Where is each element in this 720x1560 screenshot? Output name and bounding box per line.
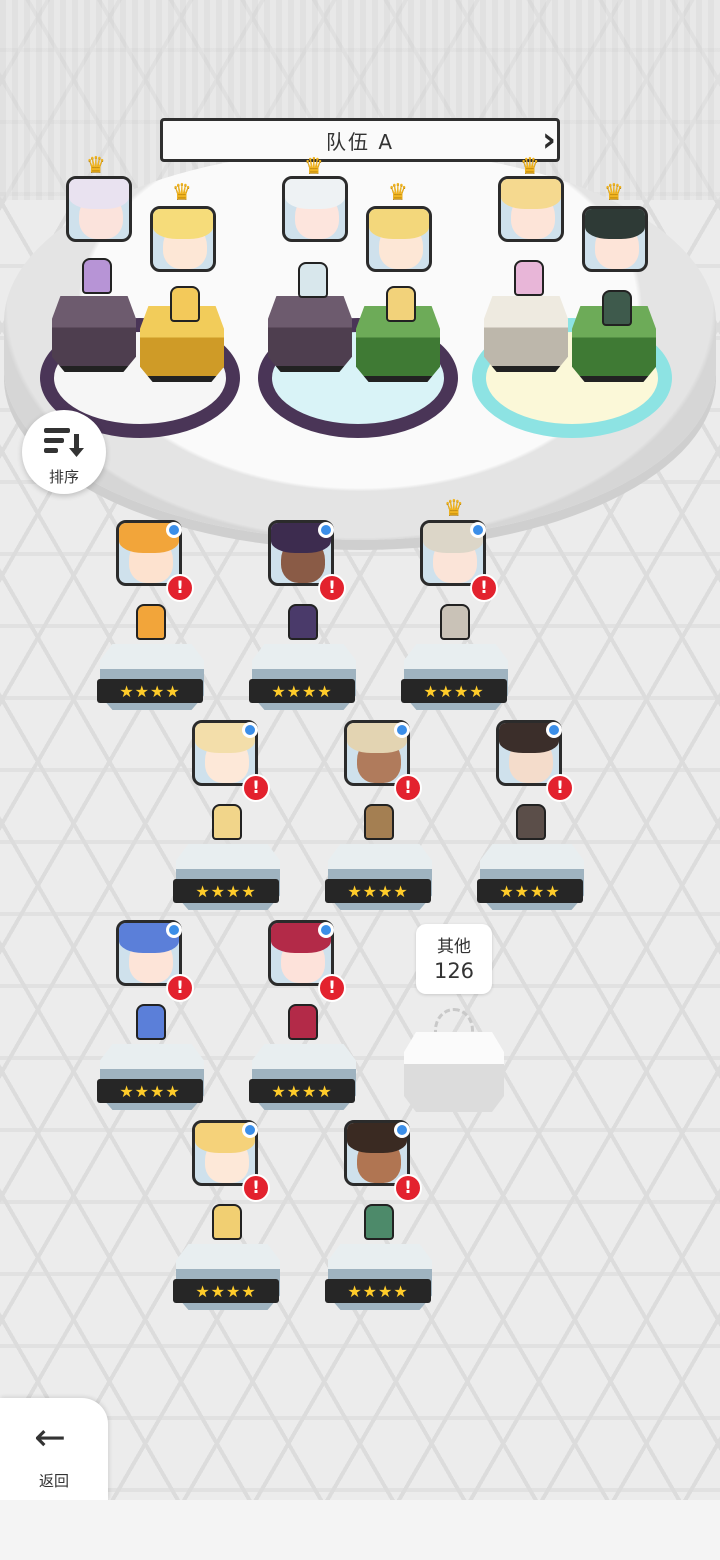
formation-pedestal[interactable] — [484, 296, 568, 372]
formation-character-portrait[interactable] — [582, 206, 648, 272]
character-sprite — [212, 804, 242, 840]
online-status-dot — [242, 722, 258, 738]
character-sprite — [212, 1204, 242, 1240]
formation-character-sprite — [170, 286, 200, 322]
online-status-dot — [546, 722, 562, 738]
crown-icon: ♛ — [388, 180, 408, 205]
other-characters-bubble[interactable]: 其他 126 — [416, 924, 492, 994]
online-status-dot — [166, 522, 182, 538]
formation-pedestal[interactable] — [268, 296, 352, 372]
crown-icon: ♛ — [172, 180, 192, 205]
other-characters-pedestal[interactable] — [404, 1032, 504, 1112]
crown-icon: ♛ — [304, 154, 324, 179]
alert-badge-icon: ! — [242, 774, 270, 802]
arrow-left-icon: ← — [34, 1415, 66, 1459]
alert-badge-icon: ! — [394, 1174, 422, 1202]
formation-character-sprite — [298, 262, 328, 298]
alert-badge-icon: ! — [166, 574, 194, 602]
formation-character-portrait[interactable] — [150, 206, 216, 272]
character-sprite — [364, 804, 394, 840]
sort-label: 排序 — [48, 468, 79, 486]
character-sprite — [136, 604, 166, 640]
formation-character-portrait[interactable] — [498, 176, 564, 242]
online-status-dot — [166, 922, 182, 938]
character-sprite — [288, 1004, 318, 1040]
alert-badge-icon: ! — [470, 574, 498, 602]
crown-icon: ♛ — [444, 496, 464, 521]
star-rating: ★★★★ — [97, 1079, 203, 1103]
character-sprite — [364, 1204, 394, 1240]
online-status-dot — [394, 722, 410, 738]
other-label: 其他 — [437, 937, 471, 957]
star-rating: ★★★★ — [97, 679, 203, 703]
formation-pedestal[interactable] — [52, 296, 136, 372]
online-status-dot — [394, 1122, 410, 1138]
character-sprite — [136, 1004, 166, 1040]
alert-badge-icon: ! — [394, 774, 422, 802]
alert-badge-icon: ! — [318, 974, 346, 1002]
character-sprite — [440, 604, 470, 640]
alert-badge-icon: ! — [546, 774, 574, 802]
character-sprite — [516, 804, 546, 840]
crown-icon: ♛ — [520, 154, 540, 179]
back-button[interactable]: ← 返回 — [0, 1398, 108, 1500]
sort-icon — [44, 428, 84, 457]
star-rating: ★★★★ — [173, 879, 279, 903]
online-status-dot — [318, 522, 334, 538]
team-banner: 队伍 A — [160, 118, 560, 162]
character-sprite — [288, 604, 318, 640]
team-title: 队伍 A — [325, 129, 395, 154]
star-rating: ★★★★ — [325, 879, 431, 903]
crown-icon: ♛ — [604, 180, 624, 205]
sort-button[interactable]: 排序 — [22, 410, 106, 494]
online-status-dot — [242, 1122, 258, 1138]
online-status-dot — [318, 922, 334, 938]
formation-character-sprite — [514, 260, 544, 296]
alert-badge-icon: ! — [318, 574, 346, 602]
online-status-dot — [470, 522, 486, 538]
formation-character-sprite — [602, 290, 632, 326]
formation-character-portrait[interactable] — [282, 176, 348, 242]
back-label: 返回 — [38, 1472, 69, 1490]
star-rating: ★★★★ — [249, 1079, 355, 1103]
star-rating: ★★★★ — [477, 879, 583, 903]
star-rating: ★★★★ — [401, 679, 507, 703]
bottom-system-bar — [0, 1500, 720, 1560]
star-rating: ★★★★ — [249, 679, 355, 703]
crown-icon: ♛ — [86, 153, 106, 178]
formation-character-portrait[interactable] — [66, 176, 132, 242]
other-count: 126 — [433, 959, 475, 983]
formation-character-sprite — [386, 286, 416, 322]
star-rating: ★★★★ — [325, 1279, 431, 1303]
alert-badge-icon: ! — [242, 1174, 270, 1202]
alert-badge-icon: ! — [166, 974, 194, 1002]
chevron-right-icon: › — [541, 120, 556, 160]
formation-character-sprite — [82, 258, 112, 294]
star-rating: ★★★★ — [173, 1279, 279, 1303]
formation-character-portrait[interactable] — [366, 206, 432, 272]
